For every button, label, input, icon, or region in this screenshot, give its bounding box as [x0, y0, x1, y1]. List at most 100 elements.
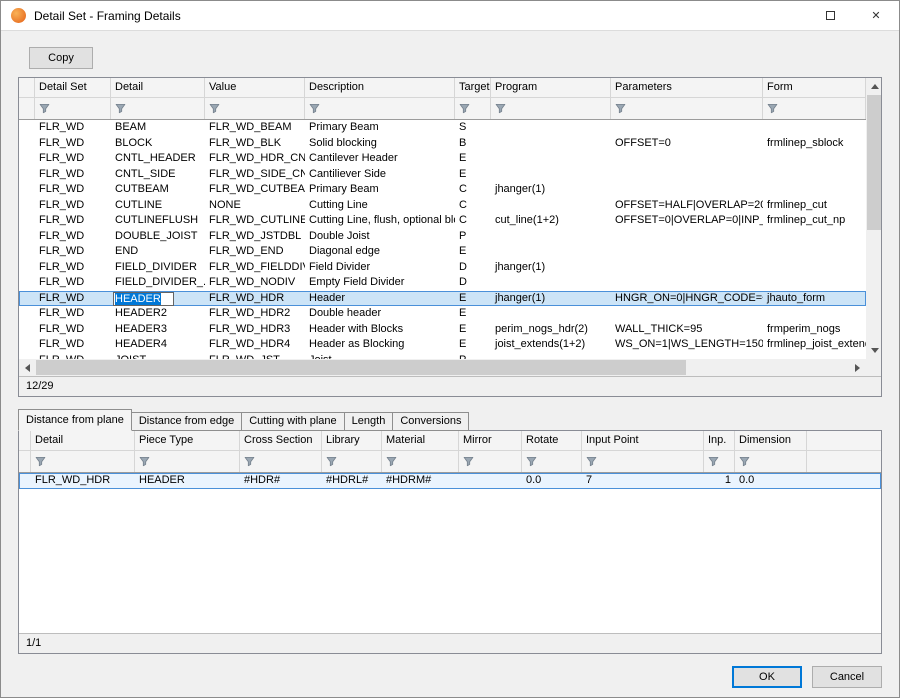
table-row[interactable]: FLR_WDDOUBLE_JOISTFLR_WD_JSTDBLDouble Jo… [19, 229, 866, 245]
scroll-right-button[interactable] [849, 359, 866, 376]
filter-funnel-icon[interactable] [39, 103, 50, 114]
column-header-piece-type[interactable]: Piece Type [135, 431, 240, 450]
column-header-form[interactable]: Form [763, 78, 866, 97]
filter-cell-description[interactable] [305, 98, 455, 119]
filter-funnel-icon[interactable] [139, 456, 150, 467]
filter-funnel-icon[interactable] [326, 456, 337, 467]
column-header-program[interactable]: Program [491, 78, 611, 97]
filter-cell-rotate[interactable] [522, 451, 582, 472]
column-header-material[interactable]: Material [382, 431, 459, 450]
column-header-description[interactable]: Description [305, 78, 455, 97]
table-row[interactable]: FLR_WDFIELD_DIVIDER_...FLR_WD_NODIVEmpty… [19, 275, 866, 291]
filter-funnel-icon[interactable] [386, 456, 397, 467]
column-header-detail[interactable]: Detail [111, 78, 205, 97]
row-selector[interactable] [19, 275, 35, 291]
table-row[interactable]: FLR_WDENDFLR_WD_ENDDiagonal edgeE [19, 244, 866, 260]
filter-cell-program[interactable] [491, 98, 611, 119]
row-selector[interactable] [19, 136, 35, 152]
column-header-dimension[interactable]: Dimension [735, 431, 807, 450]
horizontal-scrollbar[interactable] [19, 359, 866, 376]
row-selector[interactable] [19, 337, 35, 353]
vertical-scrollbar-thumb[interactable] [867, 95, 881, 230]
row-selector[interactable] [19, 322, 35, 338]
column-header-input-point[interactable]: Input Point [582, 431, 704, 450]
column-header-detail-set[interactable]: Detail Set [35, 78, 111, 97]
filter-funnel-icon[interactable] [615, 103, 626, 114]
filter-cell-parameters[interactable] [611, 98, 763, 119]
tab-cutting-with-plane[interactable]: Cutting with plane [241, 412, 344, 431]
column-header-library[interactable]: Library [322, 431, 382, 450]
maximize-button[interactable] [807, 1, 853, 31]
row-selector[interactable] [19, 260, 35, 276]
vertical-scrollbar[interactable] [866, 78, 881, 359]
column-header-rotate[interactable]: Rotate [522, 431, 582, 450]
column-header-cross-section[interactable]: Cross Section [240, 431, 322, 450]
filter-funnel-icon[interactable] [35, 456, 46, 467]
tab-length[interactable]: Length [344, 412, 394, 431]
filter-funnel-icon[interactable] [309, 103, 320, 114]
tab-distance-from-edge[interactable]: Distance from edge [131, 412, 242, 431]
row-selector[interactable] [19, 198, 35, 214]
table-row[interactable]: FLR_WDCUTLINENONECutting LineCOFFSET=HAL… [19, 198, 866, 214]
table-row[interactable]: FLR_WDCUTLINEFLUSHFLR_WD_CUTLINE2Cutting… [19, 213, 866, 229]
tab-distance-from-plane[interactable]: Distance from plane [18, 409, 132, 431]
filter-funnel-icon[interactable] [244, 456, 255, 467]
filter-cell-target[interactable] [455, 98, 491, 119]
row-selector[interactable] [19, 151, 35, 167]
row-selector[interactable] [19, 291, 35, 307]
filter-cell-form[interactable] [763, 98, 866, 119]
table-row[interactable]: FLR_WDHEADER4FLR_WD_HDR4Header as Blocki… [19, 337, 866, 353]
column-header-inp[interactable]: Inp. [704, 431, 735, 450]
close-button[interactable]: ✕ [853, 1, 899, 31]
filter-funnel-icon[interactable] [767, 103, 778, 114]
table-row[interactable]: FLR_WDCNTL_HEADERFLR_WD_HDR_CN...Cantile… [19, 151, 866, 167]
table-row[interactable]: FLR_WDCNTL_SIDEFLR_WD_SIDE_CN...Cantilie… [19, 167, 866, 183]
row-selector[interactable] [19, 213, 35, 229]
scroll-up-button[interactable] [866, 78, 881, 95]
scroll-left-button[interactable] [19, 359, 36, 376]
row-selector[interactable] [19, 306, 35, 322]
row-selector[interactable] [19, 229, 35, 245]
column-header-mirror[interactable]: Mirror [459, 431, 522, 450]
table-row[interactable]: FLR_WDBLOCKFLR_WD_BLKSolid blockingBOFFS… [19, 136, 866, 152]
table-row[interactable]: FLR_WD_HDRHEADER#HDR##HDRL##HDRM#0.0710.… [19, 473, 881, 489]
cancel-button[interactable]: Cancel [812, 666, 882, 688]
filter-cell-input-point[interactable] [582, 451, 704, 472]
filter-cell-dimension[interactable] [735, 451, 807, 472]
filter-funnel-icon[interactable] [739, 456, 750, 467]
filter-cell-cross-section[interactable] [240, 451, 322, 472]
table-row[interactable]: FLR_WDCUTBEAMFLR_WD_CUTBEAMPrimary BeamC… [19, 182, 866, 198]
copy-button[interactable]: Copy [29, 47, 93, 69]
row-selector[interactable] [19, 182, 35, 198]
filter-funnel-icon[interactable] [115, 103, 126, 114]
tab-conversions[interactable]: Conversions [392, 412, 469, 431]
column-header-value[interactable]: Value [205, 78, 305, 97]
table-row[interactable]: FLR_WDBEAMFLR_WD_BEAMPrimary BeamS [19, 120, 866, 136]
column-header-detail[interactable]: Detail [31, 431, 135, 450]
table-row[interactable]: FLR_WDFIELD_DIVIDERFLR_WD_FIELDDIVField … [19, 260, 866, 276]
filter-funnel-icon[interactable] [495, 103, 506, 114]
inline-edit-input[interactable]: HEADER [113, 292, 174, 306]
filter-cell-mirror[interactable] [459, 451, 522, 472]
table-row[interactable]: FLR_WDHEADER2FLR_WD_HDR2Double headerE [19, 306, 866, 322]
ok-button[interactable]: OK [732, 666, 802, 688]
filter-cell-material[interactable] [382, 451, 459, 472]
filter-funnel-icon[interactable] [526, 456, 537, 467]
filter-funnel-icon[interactable] [586, 456, 597, 467]
filter-funnel-icon[interactable] [209, 103, 220, 114]
row-selector[interactable] [19, 167, 35, 183]
row-selector[interactable] [19, 473, 31, 489]
scroll-down-button[interactable] [866, 342, 881, 359]
filter-cell-value[interactable] [205, 98, 305, 119]
table-row[interactable]: FLR_WDHEADER3FLR_WD_HDR3Header with Bloc… [19, 322, 866, 338]
filter-cell-detail-set[interactable] [35, 98, 111, 119]
horizontal-scrollbar-thumb[interactable] [36, 360, 686, 375]
row-selector[interactable] [19, 244, 35, 260]
title-bar[interactable]: Detail Set - Framing Details ✕ [1, 1, 899, 31]
filter-cell-detail[interactable] [31, 451, 135, 472]
filter-funnel-icon[interactable] [708, 456, 719, 467]
filter-cell-piece-type[interactable] [135, 451, 240, 472]
row-selector[interactable] [19, 120, 35, 136]
filter-cell-detail[interactable] [111, 98, 205, 119]
filter-funnel-icon[interactable] [459, 103, 470, 114]
